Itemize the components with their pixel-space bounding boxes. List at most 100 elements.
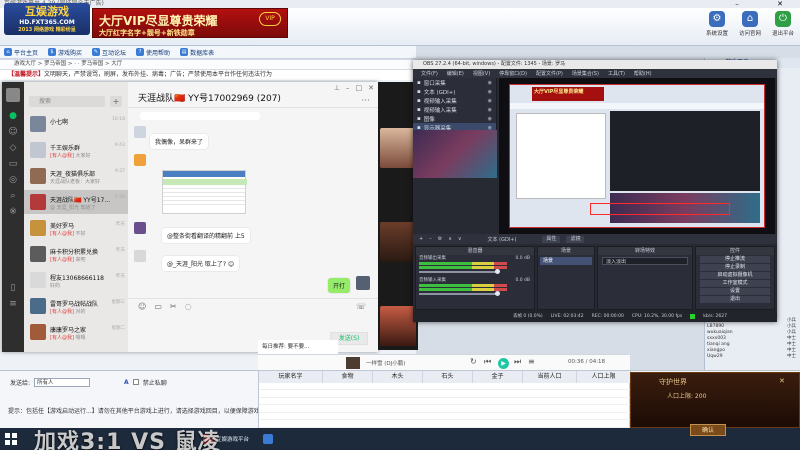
add-chat-button[interactable]: + xyxy=(110,96,122,107)
search-icon[interactable]: ⌕ xyxy=(2,188,24,204)
close-window-button[interactable]: ✕ xyxy=(770,1,790,8)
nav-database[interactable]: ▤ 数据库表 xyxy=(176,46,220,59)
playlist-icon[interactable]: ≡ xyxy=(528,357,535,366)
up-icon[interactable]: ∧ xyxy=(448,236,452,242)
daily-recommend[interactable]: 每日推荐: 要不要... xyxy=(258,340,338,354)
mini-program-icon[interactable]: ※ xyxy=(2,204,24,220)
column-header[interactable]: 人口上限 xyxy=(577,371,631,383)
system-settings-button[interactable]: ⚙ 系统设置 xyxy=(700,10,734,44)
source-item[interactable]: ▪ 图像 ◉ xyxy=(413,114,496,123)
visibility-icon[interactable]: ◉ xyxy=(488,89,492,95)
minimize-icon[interactable]: – xyxy=(346,84,350,92)
sheet-row[interactable] xyxy=(259,421,631,428)
obs-menu-item[interactable]: 场景集合(S) xyxy=(572,70,599,77)
properties-button[interactable]: 属性 xyxy=(542,235,561,243)
control-button[interactable]: 启动虚拟摄像机 xyxy=(700,272,770,279)
down-icon[interactable]: ∨ xyxy=(458,236,462,242)
column-header[interactable]: 石头 xyxy=(423,371,473,383)
sheet-row[interactable] xyxy=(259,406,631,413)
chat-bubble-icon[interactable]: ◌ xyxy=(185,302,192,311)
nav-game-shop[interactable]: $ 游戏购买 xyxy=(44,46,88,59)
obs-menu-item[interactable]: 视图(V) xyxy=(473,70,490,77)
avatar[interactable] xyxy=(134,250,146,262)
control-button[interactable]: 工作室模式 xyxy=(700,280,770,287)
source-item[interactable]: ▪ 视频输入采集 ◉ xyxy=(413,105,496,114)
preview-selection-box[interactable] xyxy=(590,203,730,215)
control-button[interactable]: 停止录制 xyxy=(700,264,770,271)
obs-menu-item[interactable]: 停靠窗口(D) xyxy=(499,70,527,77)
contacts-icon[interactable]: ☺ xyxy=(2,124,24,140)
conversation-item[interactable]: 天涯战队🇨🇳 YY号17... @ 天涯_阳光 知道了 9:20 xyxy=(24,190,128,214)
conversation-item[interactable]: 天涯_夜猫俱乐部 天涯战队老板：大家好 9:27 xyxy=(24,164,128,188)
control-button[interactable]: 设置 xyxy=(700,288,770,295)
conversation-item[interactable]: 麻卡积分积累兑换 [有人@我] 来吧 昨天 xyxy=(24,242,128,266)
obs-menu-item[interactable]: 文件(F) xyxy=(421,70,438,77)
volume-slider[interactable] xyxy=(419,291,500,296)
loop-icon[interactable]: ↻ xyxy=(470,357,477,366)
sheet-row[interactable] xyxy=(259,383,631,390)
nav-help[interactable]: ? 使用帮助 xyxy=(132,46,176,59)
obs-menu-item[interactable]: 配置文件(P) xyxy=(536,70,563,77)
add-icon[interactable]: + xyxy=(419,236,423,242)
remove-icon[interactable]: – xyxy=(429,236,432,242)
conversation-item[interactable]: 千王娱乐群 [有人@我] 大家好 9:43 xyxy=(24,138,128,162)
phone-icon[interactable]: ▯ xyxy=(2,280,24,296)
nav-forum[interactable]: ✎ 互动论坛 xyxy=(88,46,132,59)
obs-menu-item[interactable]: 帮助(H) xyxy=(634,70,652,77)
close-icon[interactable]: ✕ xyxy=(779,377,785,385)
folder-icon[interactable]: ▭ xyxy=(2,156,24,172)
visibility-icon[interactable]: ◉ xyxy=(488,98,492,104)
next-track-icon[interactable]: ⏭ xyxy=(514,357,521,367)
favorites-icon[interactable]: ◇ xyxy=(2,140,24,156)
source-item[interactable]: ▪ 窗口采集 ◉ xyxy=(413,78,496,87)
windows-start-icon[interactable] xyxy=(4,432,18,446)
scissors-icon[interactable]: ✂ xyxy=(170,302,177,311)
avatar[interactable] xyxy=(6,88,20,102)
emoji-icon[interactable]: ☺ xyxy=(138,302,146,311)
pin-icon[interactable]: ⊥ xyxy=(334,84,340,92)
control-button[interactable]: 停止推流 xyxy=(700,256,770,263)
taskbar-item[interactable] xyxy=(260,430,316,448)
obs-preview[interactable]: 大厅VIP尽显尊贵荣耀 xyxy=(499,78,775,234)
volume-slider[interactable] xyxy=(419,269,500,274)
source-item[interactable]: ▪ 视频输入采集 ◉ xyxy=(413,96,496,105)
avatar[interactable] xyxy=(134,126,146,138)
send-to-select[interactable]: 所有人 xyxy=(34,377,91,387)
visibility-icon[interactable]: ◉ xyxy=(488,107,492,113)
avatar[interactable] xyxy=(134,154,146,166)
nav-home[interactable]: ⌂ 平台主页 xyxy=(0,46,44,59)
column-header[interactable]: 当前人口 xyxy=(523,371,577,383)
avatar[interactable] xyxy=(356,276,370,290)
conversation-item[interactable]: 雷哥罗马战帖战队 [有人@我] 对的 星期三 xyxy=(24,294,128,318)
voice-call-icon[interactable]: ☏ xyxy=(356,302,366,311)
slider-knob[interactable] xyxy=(495,291,500,296)
slider-knob[interactable] xyxy=(495,269,500,274)
image-message-spreadsheet[interactable] xyxy=(162,170,247,214)
visibility-icon[interactable]: ◉ xyxy=(488,80,492,86)
conversation-item[interactable]: 小七啊 10:18 xyxy=(24,112,128,136)
font-style-button[interactable]: A xyxy=(124,379,129,386)
confirm-button[interactable]: 确认 xyxy=(690,424,726,436)
gear-icon[interactable]: ⚙ xyxy=(438,236,442,242)
column-header[interactable]: 玩家名字 xyxy=(259,371,323,383)
moments-icon[interactable]: ◎ xyxy=(2,172,24,188)
close-icon[interactable]: ✕ xyxy=(368,84,374,92)
prev-track-icon[interactable]: ⏮ xyxy=(484,357,491,367)
maximize-icon[interactable]: □ xyxy=(356,84,363,92)
column-header[interactable]: 食物 xyxy=(323,371,373,383)
private-chat-checkbox[interactable] xyxy=(132,379,139,385)
sheet-row[interactable] xyxy=(259,413,631,420)
avatar[interactable] xyxy=(134,222,146,234)
conversation-item[interactable]: 程友13068666118 好的 昨天 xyxy=(24,268,128,292)
scene-item[interactable]: 场景 xyxy=(540,257,592,265)
transition-select[interactable]: 淡入淡出 xyxy=(602,257,688,265)
menu-icon[interactable]: ≡ xyxy=(2,296,24,312)
search-input[interactable]: 搜索 xyxy=(29,96,105,107)
column-header[interactable]: 木头 xyxy=(373,371,423,383)
user-row[interactable]: Uqw29 中士 xyxy=(705,354,800,360)
filters-button[interactable]: 滤镜 xyxy=(566,235,585,243)
control-button[interactable]: 退出 xyxy=(700,296,770,303)
play-icon[interactable]: ▶ xyxy=(498,358,509,369)
visibility-icon[interactable]: ◉ xyxy=(488,116,492,122)
sheet-row[interactable] xyxy=(259,398,631,405)
